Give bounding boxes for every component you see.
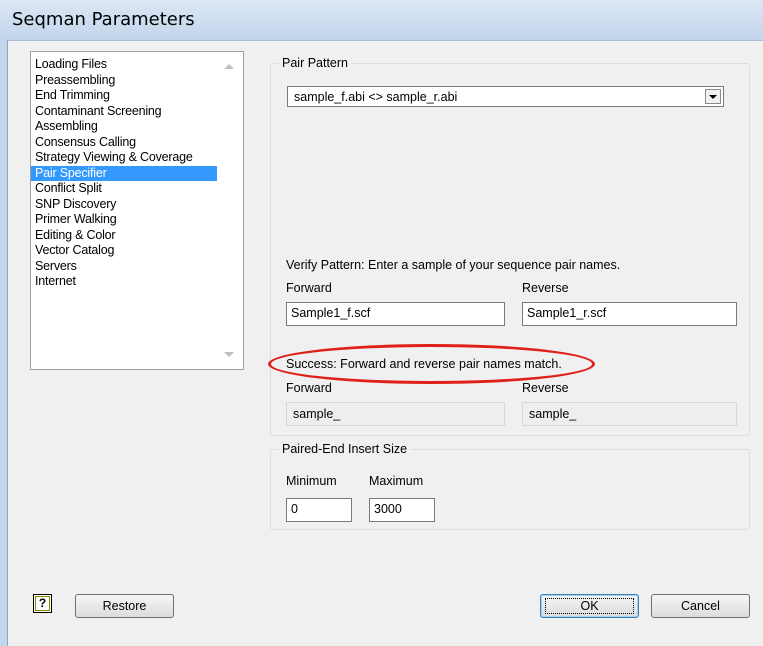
minimum-label: Minimum: [286, 474, 337, 488]
sidebar-item-pair-specifier[interactable]: Pair Specifier: [31, 165, 217, 181]
verify-pattern-label: Verify Pattern: Enter a sample of your s…: [286, 258, 621, 272]
sidebar-item-servers[interactable]: Servers: [31, 259, 217, 275]
focus-rect: [545, 598, 634, 614]
sidebar-item-assembling[interactable]: Assembling: [31, 119, 217, 135]
title-bar: Seqman Parameters: [0, 0, 763, 41]
result-reverse-value: sample_: [522, 402, 737, 426]
result-reverse-label: Reverse: [522, 381, 569, 395]
restore-button[interactable]: Restore: [75, 594, 174, 618]
forward-sample-input[interactable]: Sample1_f.scf: [286, 302, 505, 326]
sidebar-item-strategy-viewing-coverage[interactable]: Strategy Viewing & Coverage: [31, 150, 217, 166]
sidebar-item-editing-color[interactable]: Editing & Color: [31, 228, 217, 244]
reverse-label: Reverse: [522, 281, 569, 295]
pair-pattern-value: sample_f.abi <> sample_r.abi: [294, 90, 458, 104]
sidebar-item-primer-walking[interactable]: Primer Walking: [31, 212, 217, 228]
sidebar-item-preassembling[interactable]: Preassembling: [31, 73, 217, 89]
scroll-up-arrow-icon[interactable]: [224, 64, 234, 69]
sidebar-item-conflict-split[interactable]: Conflict Split: [31, 181, 217, 197]
chevron-down-icon[interactable]: [705, 89, 721, 104]
annotation-ellipse: [268, 344, 595, 384]
result-forward-value: sample_: [286, 402, 505, 426]
reverse-sample-input[interactable]: Sample1_r.scf: [522, 302, 737, 326]
list-scrollbar[interactable]: [217, 52, 243, 369]
minimum-input[interactable]: 0: [286, 498, 352, 522]
forward-label: Forward: [286, 281, 332, 295]
sidebar-item-internet[interactable]: Internet: [31, 274, 217, 290]
maximum-label: Maximum: [369, 474, 424, 488]
sidebar-item-consensus-calling[interactable]: Consensus Calling: [31, 135, 217, 151]
insert-size-legend: Paired-End Insert Size: [282, 442, 408, 456]
category-list[interactable]: Loading Files Preassembling End Trimming Co…: [30, 51, 244, 370]
help-icon[interactable]: ?: [33, 594, 52, 613]
sidebar-item-snp-discovery[interactable]: SNP Discovery: [31, 197, 217, 213]
ok-button[interactable]: OK: [540, 594, 639, 618]
window-title: Seqman Parameters: [12, 9, 195, 30]
sidebar-item-vector-catalog[interactable]: Vector Catalog: [31, 243, 217, 259]
pair-pattern-select[interactable]: sample_f.abi <> sample_r.abi: [287, 86, 724, 107]
pair-pattern-legend: Pair Pattern: [282, 56, 349, 70]
maximum-input[interactable]: 3000: [369, 498, 435, 522]
category-list-items: Loading Files Preassembling End Trimming Co…: [31, 57, 217, 290]
sidebar-item-loading-files[interactable]: Loading Files: [31, 57, 217, 73]
sidebar-item-end-trimming[interactable]: End Trimming: [31, 88, 217, 104]
scroll-down-arrow-icon[interactable]: [224, 352, 234, 357]
cancel-button[interactable]: Cancel: [651, 594, 750, 618]
window-frame-left: [0, 40, 8, 646]
sidebar-item-contaminant-screening[interactable]: Contaminant Screening: [31, 104, 217, 120]
result-forward-label: Forward: [286, 381, 332, 395]
